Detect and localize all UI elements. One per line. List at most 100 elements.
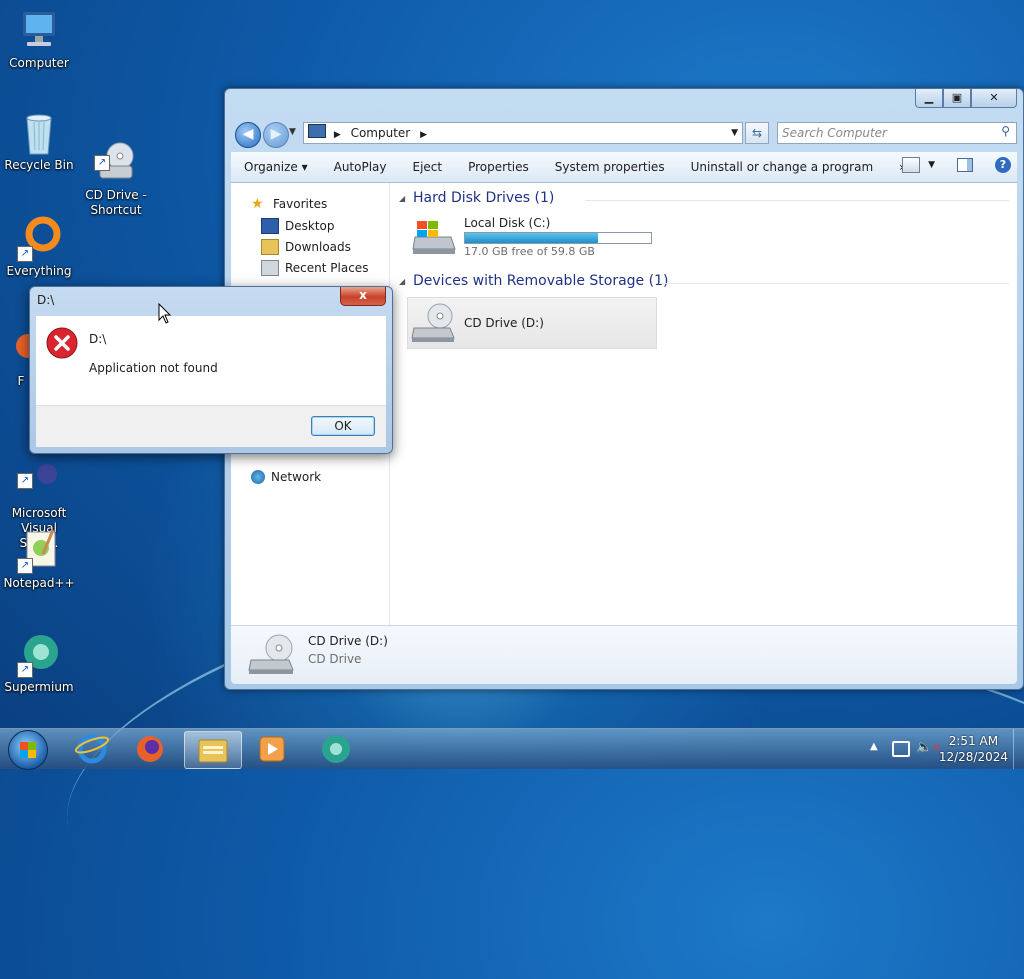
nav-recent-places[interactable]: Recent Places [261,260,368,276]
desktop-folder-icon [261,218,279,234]
help-icon[interactable]: ? [995,157,1011,173]
forward-button[interactable]: ▶ [263,122,289,148]
details-pane: CD Drive (D:) CD Drive [231,625,1017,684]
group-collapse-icon[interactable]: ◢ [399,194,405,203]
shortcut-arrow-icon: ↗ [17,246,33,262]
taskbar-internet-explorer[interactable] [64,731,120,767]
search-input[interactable] [778,124,982,142]
system-properties-button[interactable]: System properties [542,160,678,174]
drive-free-space: 17.0 GB free of 59.8 GB [464,245,595,258]
organize-button[interactable]: Organize ▾ [231,160,321,174]
uninstall-program-button[interactable]: Uninstall or change a program [678,160,887,174]
error-icon [46,327,78,362]
shortcut-arrow-icon: ↗ [17,662,33,678]
preview-pane-icon[interactable] [957,158,973,172]
taskbar-windows-explorer[interactable] [184,731,242,769]
nav-favorites[interactable]: ★ Favorites [251,197,327,211]
action-center-icon[interactable] [892,741,910,757]
back-button[interactable]: ◀ [235,122,261,148]
internet-explorer-icon [74,734,110,764]
desktop-icon-recycle-bin[interactable]: Recycle Bin [1,110,77,173]
taskbar-media-player[interactable] [244,731,300,767]
dialog-body: D:\ Application not found [36,316,386,405]
change-view-icon[interactable] [902,157,921,173]
nav-label: Favorites [273,197,328,211]
firefox-icon [137,736,163,762]
nav-downloads[interactable]: Downloads [261,239,351,255]
desktop-icon-notepad-plus-plus[interactable]: ↗ Notepad++ [1,528,77,591]
nav-network[interactable]: Network [251,470,321,484]
network-icon [251,470,265,484]
group-header-hard-disk-drives[interactable]: Hard Disk Drives (1) [413,190,554,206]
nav-label: Recent Places [285,261,369,275]
desktop-icon-label: Computer [9,56,69,70]
hard-drive-icon [411,219,457,255]
clock-date: 12/28/2024 [938,750,1008,764]
taskbar-firefox[interactable] [122,731,178,767]
search-box: ⚲ [777,122,1017,144]
desktop-icon-label: Notepad++ [3,576,75,590]
eject-button[interactable]: Eject [400,160,456,174]
group-divider [585,200,1009,201]
breadcrumb-separator[interactable]: ▶ [334,130,341,140]
show-desktop-button[interactable] [1013,729,1024,769]
dialog-message: Application not found [89,361,218,375]
clock-time: 2:51 AM [948,734,999,748]
desktop-icon-cd-drive-shortcut[interactable]: ↗ CD Drive - Shortcut [78,110,154,218]
dialog-close-button[interactable]: x [340,287,386,306]
cd-drive-icon: ↗ [94,125,138,179]
address-dropdown-icon[interactable]: ▼ [731,123,738,143]
details-name: CD Drive (D:) [308,634,388,648]
start-button[interactable] [8,730,48,770]
nav-label: Desktop [285,219,335,233]
address-bar[interactable]: ▶ Computer ▶ ▼ [303,122,743,144]
shortcut-arrow-icon: ↗ [17,558,33,574]
local-disk-item[interactable]: Local Disk (C:) 17.0 GB free of 59.8 GB [407,215,657,258]
computer-small-icon [308,124,326,138]
view-controls: ▼ ? [902,157,1011,173]
group-header-removable-storage[interactable]: Devices with Removable Storage (1) [413,273,668,289]
desktop-icon-label: Everything [6,264,72,278]
breadcrumb-computer[interactable]: Computer [351,126,411,140]
error-dialog: D:\ x D:\ Application not found OK [29,286,393,454]
view-dropdown-icon[interactable]: ▼ [928,160,935,170]
supermium-icon: ↗ [17,632,61,678]
properties-button[interactable]: Properties [455,160,542,174]
maximize-button[interactable]: ▣ [943,89,971,108]
drive-usage-bar [464,232,652,244]
desktop-icon-label: CD Drive - Shortcut [85,188,147,217]
dialog-heading: D:\ [89,332,107,346]
dialog-footer: OK [36,405,386,447]
windows-logo-icon [20,742,36,758]
volume-muted-icon[interactable]: 🔈✕ [916,740,941,755]
show-hidden-icons-button[interactable]: ▲ [870,741,878,752]
drive-name: CD Drive (D:) [464,316,544,330]
taskbar-supermium[interactable] [308,731,364,767]
desktop-icon-supermium[interactable]: ↗ Supermium [1,632,77,695]
drive-name: Local Disk (C:) [464,216,551,230]
desktop-icon-computer[interactable]: Computer [1,8,77,71]
recent-pages-dropdown[interactable]: ▼ [289,127,296,137]
window-controls: ▁ ▣ ✕ [915,89,1017,108]
system-clock[interactable]: 2:51 AM 12/28/2024 [939,733,1008,765]
close-button[interactable]: ✕ [971,89,1017,108]
ok-button[interactable]: OK [311,416,375,436]
search-icon[interactable]: ⚲ [1001,124,1010,138]
autoplay-button[interactable]: AutoPlay [321,160,400,174]
refresh-button[interactable]: ⇆ [745,122,769,144]
nav-desktop[interactable]: Desktop [261,218,335,234]
desktop-icon-label: Supermium [4,680,74,694]
notepad-plus-plus-icon: ↗ [17,528,61,574]
desktop-icon-everything[interactable]: ↗ Everything [1,216,77,279]
cd-drive-item[interactable]: CD Drive (D:) [407,297,657,349]
cd-drive-large-icon [247,632,297,681]
computer-icon [17,8,61,52]
folder-icon [198,739,228,763]
minimize-button[interactable]: ▁ [915,89,943,108]
group-collapse-icon[interactable]: ◢ [399,277,405,286]
nav-label: Downloads [285,240,351,254]
navigation-bar: ◀ ▶ ▼ ▶ Computer ▶ ▼ ⇆ ⚲ [231,119,1017,148]
downloads-folder-icon [261,239,279,255]
breadcrumb-separator[interactable]: ▶ [420,130,427,140]
desktop-icon-label: F [17,374,25,388]
